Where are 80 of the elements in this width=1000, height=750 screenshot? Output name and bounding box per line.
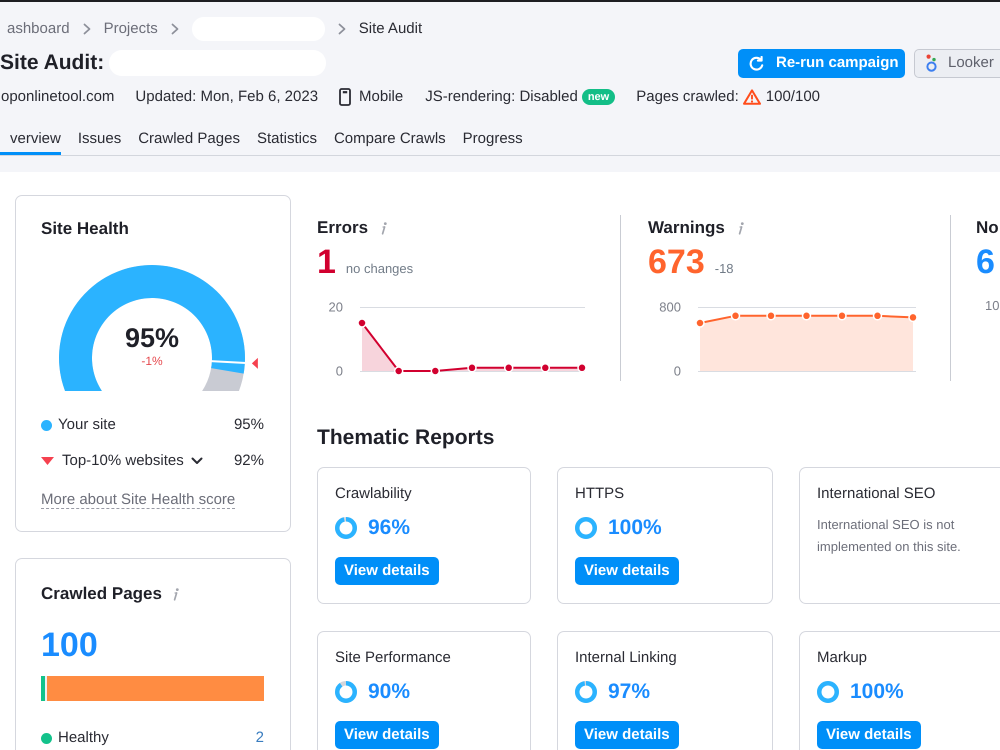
axis-tick-label: 0 bbox=[336, 364, 343, 378]
report-title: Markup bbox=[817, 648, 868, 668]
info-icon bbox=[736, 222, 744, 234]
issue-change: no changes bbox=[346, 260, 414, 278]
circles-icon bbox=[926, 54, 937, 72]
issue-count: 6 bbox=[976, 242, 995, 282]
report-score: 90% bbox=[368, 679, 410, 705]
warning-icon bbox=[742, 89, 761, 105]
card-title: Crawled Pages bbox=[41, 583, 162, 605]
tab[interactable]: verview bbox=[0, 129, 61, 155]
info-link[interactable]: More about Site Health score bbox=[41, 491, 236, 509]
progress-ring-icon bbox=[575, 517, 597, 539]
issue-title: No bbox=[976, 217, 999, 239]
issue-count: 1 bbox=[317, 242, 336, 282]
card-title: Site Health bbox=[41, 218, 129, 240]
breadcrumb-link[interactable]: Projects bbox=[104, 18, 158, 40]
info-icon bbox=[380, 222, 388, 234]
page-title: Site Audit: bbox=[0, 50, 104, 76]
report-score: 97% bbox=[608, 679, 650, 705]
progress-ring-icon bbox=[817, 681, 839, 703]
page-count: 100 bbox=[41, 625, 98, 665]
report-title: Crawlability bbox=[335, 484, 412, 504]
view-details-button[interactable]: View details bbox=[575, 721, 679, 749]
pages-crawled-count: 100/100 bbox=[766, 87, 820, 107]
report-title: HTTPS bbox=[575, 484, 624, 504]
view-details-button[interactable]: View details bbox=[335, 721, 439, 749]
tab[interactable]: Statistics bbox=[256, 129, 317, 155]
benchmark-dropdown[interactable]: Top-10% websites bbox=[62, 450, 203, 472]
issue-title: Errors bbox=[317, 217, 368, 239]
issue-count: 673 bbox=[648, 242, 705, 282]
issue-title: Warnings bbox=[648, 217, 725, 239]
view-details-button[interactable]: View details bbox=[335, 557, 439, 585]
report-score: 96% bbox=[368, 515, 410, 541]
site-domain: oponlinetool.com bbox=[1, 87, 114, 107]
issue-change: -18 bbox=[714, 260, 734, 278]
axis-tick-label: 0 bbox=[674, 364, 681, 378]
looker-button[interactable]: Looker bbox=[914, 48, 1000, 78]
phone-icon bbox=[339, 88, 352, 106]
health-score: 95% bbox=[124, 324, 180, 352]
count-link[interactable]: 2 bbox=[256, 728, 264, 748]
info-icon bbox=[172, 588, 179, 600]
progress-ring-icon bbox=[335, 517, 357, 539]
tab[interactable]: Progress bbox=[462, 129, 523, 155]
refresh-icon bbox=[749, 56, 764, 70]
axis-tick-label: 10 bbox=[985, 298, 1000, 314]
progress-ring-icon bbox=[335, 681, 357, 703]
axis-tick-label: 20 bbox=[328, 300, 343, 314]
breadcrumb-current: Site Audit bbox=[358, 19, 422, 39]
axis-tick-label: 800 bbox=[659, 300, 681, 314]
view-details-button[interactable]: View details bbox=[575, 557, 679, 585]
report-note: International SEO is not implemented on this site. bbox=[817, 516, 962, 556]
tab[interactable]: Crawled Pages bbox=[138, 129, 240, 155]
chevron-down-icon bbox=[190, 457, 203, 465]
report-score: 100% bbox=[608, 515, 662, 541]
legend-value: 92% bbox=[234, 451, 264, 471]
report-title: International SEO bbox=[817, 484, 936, 504]
updated-date: Updated: Mon, Feb 6, 2023 bbox=[135, 87, 318, 107]
score-change: -1% bbox=[141, 354, 163, 368]
new-badge: new bbox=[582, 89, 616, 105]
rerun-button[interactable]: Re-run campaign bbox=[738, 48, 905, 78]
legend-dot-icon bbox=[41, 420, 52, 430]
triangle-down-icon bbox=[41, 457, 54, 465]
report-score: 100% bbox=[850, 679, 904, 705]
breadcrumb-link[interactable]: ashboard bbox=[7, 18, 70, 40]
view-details-button[interactable]: View details bbox=[817, 721, 921, 749]
legend-value: 95% bbox=[234, 415, 264, 435]
tab[interactable]: Issues bbox=[78, 129, 122, 155]
report-title: Internal Linking bbox=[575, 648, 677, 668]
legend-label: Healthy bbox=[58, 728, 109, 748]
js-rendering-status: JS-rendering: Disabled bbox=[425, 87, 578, 107]
legend-label: Your site bbox=[58, 415, 116, 435]
chevron-right-icon bbox=[338, 23, 346, 35]
tab[interactable]: Compare Crawls bbox=[334, 129, 446, 155]
progress-ring-icon bbox=[575, 681, 597, 703]
section-heading: Thematic Reports bbox=[317, 425, 494, 451]
chevron-right-icon bbox=[170, 23, 179, 35]
pages-crawled-label: Pages crawled: bbox=[636, 87, 739, 107]
device-type: Mobile bbox=[359, 87, 404, 107]
chevron-right-icon bbox=[82, 23, 91, 35]
report-title: Site Performance bbox=[335, 648, 451, 668]
